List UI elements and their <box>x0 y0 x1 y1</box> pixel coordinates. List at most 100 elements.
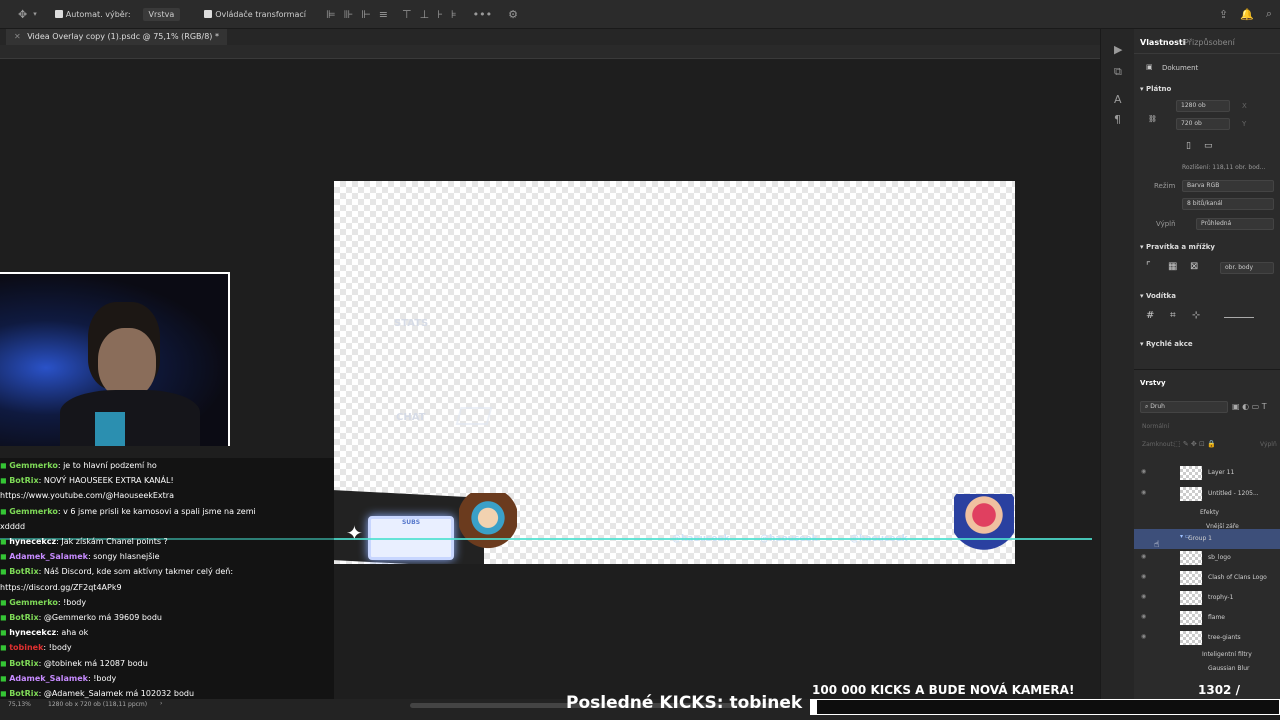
layer-thumbnail <box>1180 466 1202 480</box>
chat-text: : @Gemmerko má 39609 bodu <box>38 613 162 623</box>
settings-gear-icon[interactable]: ⚙ <box>508 8 518 21</box>
canvas-section-title[interactable]: ▾ Plátno <box>1140 85 1171 93</box>
layer-row[interactable]: ◉ Layer 11 <box>1134 463 1280 483</box>
align-middle-icon[interactable]: ⊥ <box>420 8 430 21</box>
lock-icons[interactable]: ⬚ ✎ ✥ ⊡ 🔒 <box>1174 440 1216 448</box>
ruler-icon[interactable]: ⌜ <box>1146 261 1151 272</box>
chat-text: : Jak získám Chanel points ? <box>56 537 168 547</box>
chat-text: https://discord.gg/ZF2qt4APk9 <box>0 582 122 592</box>
share-icon[interactable]: ⇪ <box>1219 8 1228 21</box>
layer-thumbnail <box>1180 611 1202 625</box>
document-tab[interactable]: ✕ Videa Overlay copy (1).psdc @ 75,1% (R… <box>6 29 227 45</box>
search-icon[interactable]: ⌕ <box>1266 7 1272 21</box>
visibility-eye-icon[interactable]: ◉ <box>1141 573 1146 580</box>
webcam-frame <box>0 272 230 446</box>
chevron-down-icon[interactable]: ▾ <box>33 10 37 18</box>
align-center-icon[interactable]: ⊪ <box>344 8 354 21</box>
chat-username: Gemmerko <box>9 506 58 516</box>
status-arrow-icon[interactable]: › <box>160 700 162 707</box>
guides-section-title[interactable]: ▾ Vodítka <box>1140 292 1176 300</box>
chat-text: : !body <box>57 597 87 607</box>
character-icon[interactable]: A <box>1114 93 1122 106</box>
rulers-section-title[interactable]: ▾ Pravítka a mřížky <box>1140 243 1215 251</box>
x-label: X <box>1242 102 1247 110</box>
visibility-eye-icon[interactable]: ◉ <box>1141 613 1146 620</box>
landscape-icon[interactable]: ▭ <box>1204 141 1213 151</box>
layer-row[interactable]: ◉ trophy-1 <box>1134 588 1280 608</box>
guide-layout-icon[interactable]: # <box>1146 310 1154 321</box>
quick-actions-section-title[interactable]: ▾ Rychlé akce <box>1140 340 1193 348</box>
chat-message: ◼ Gemmerko: je to hlavní podzemí ho <box>0 458 334 473</box>
document-canvas[interactable]: STATS CHAT SUBS ✦ @haouseek @haouseek @h… <box>334 181 1015 564</box>
visibility-eye-icon[interactable]: ◉ <box>1141 553 1146 560</box>
filter-image-icon[interactable]: ▣ ◐ ▭ T <box>1232 402 1267 411</box>
link-icon[interactable]: ⛓ <box>1148 115 1157 123</box>
align-bottom-icon[interactable]: ⊦ <box>437 8 443 21</box>
paragraph-icon[interactable]: ¶ <box>1114 113 1121 126</box>
line-style-preview[interactable] <box>1224 317 1254 318</box>
bit-depth-select[interactable]: 8 bitů/kanál <box>1182 198 1274 210</box>
auto-select-dropdown[interactable]: Vrstva <box>142 7 181 21</box>
tab-adjustments[interactable]: Přizpůsobení <box>1184 38 1235 47</box>
more-options-icon[interactable]: ••• <box>473 8 492 21</box>
horizontal-ruler[interactable] <box>0 45 1100 59</box>
layer-row[interactable]: Gaussian Blur <box>1134 659 1280 679</box>
history-icon[interactable]: ⧉ <box>1114 65 1122 79</box>
auto-select-checkbox[interactable]: Automat. výběr: <box>54 9 131 19</box>
align-right-icon[interactable]: ⊩ <box>361 8 371 21</box>
layer-name: tree-giants <box>1208 634 1241 641</box>
chat-badge-icon: ◼ <box>0 689 10 699</box>
grid-icon[interactable]: ▦ <box>1168 261 1177 272</box>
subs-text: SUBS <box>401 519 421 526</box>
fill-select[interactable]: Průhledná <box>1196 218 1274 230</box>
tab-properties[interactable]: Vlastnosti <box>1140 38 1185 47</box>
visibility-eye-icon[interactable]: ◉ <box>1141 489 1146 496</box>
chat-username: Adamek_Salamek <box>9 673 88 683</box>
chat-badge-icon: ◼ <box>0 476 10 486</box>
height-field[interactable]: 720 ob <box>1176 118 1230 130</box>
chat-message: ◼ Gemmerko: v 6 jsme prisli ke kamosovi … <box>0 504 334 519</box>
layer-filter-select[interactable]: ⌕ Druh <box>1140 401 1228 413</box>
fill-label: Výplň <box>1156 220 1176 228</box>
chat-message: ◼ BotRix: Náš Discord, kde som aktívny t… <box>0 564 334 579</box>
document-size: 1280 ob x 720 ob (118,11 ppcm) <box>48 701 148 708</box>
mode-select[interactable]: Barva RGB <box>1182 180 1274 192</box>
kicks-goal-progress-fill <box>811 700 818 714</box>
guide-shape-icon[interactable]: ⊹ <box>1192 310 1200 321</box>
zoom-level[interactable]: 75,13% <box>8 701 31 708</box>
transform-controls-label: Ovládače transformací <box>215 9 306 19</box>
distribute-icon[interactable]: ≡ <box>379 8 388 21</box>
align-top-icon[interactable]: ⊤ <box>402 8 412 21</box>
chat-badge-icon: ◼ <box>0 628 10 638</box>
layers-panel-title[interactable]: Vrstvy <box>1140 379 1166 387</box>
guide-add-icon[interactable]: ⌗ <box>1170 310 1176 321</box>
layer-row[interactable]: ◉ flame <box>1134 608 1280 628</box>
play-actions-icon[interactable]: ▶ <box>1114 43 1122 56</box>
visibility-eye-icon[interactable]: ◉ <box>1141 633 1146 640</box>
blend-mode-select[interactable]: Normální <box>1142 423 1169 430</box>
visibility-eye-icon[interactable]: ◉ <box>1141 468 1146 475</box>
width-field[interactable]: 1280 ob <box>1176 100 1230 112</box>
chat-message: ◼ BotRix: NOVÝ HAOUSEEK EXTRA KANÁL! <box>0 473 334 488</box>
layer-name: Clash of Clans Logo <box>1208 574 1267 581</box>
layer-row[interactable]: ◉ Untitled - 1205... <box>1134 484 1280 504</box>
visibility-eye-icon[interactable]: ◉ <box>1141 593 1146 600</box>
chat-text: : NOVÝ HAOUSEEK EXTRA KANÁL! <box>38 476 174 486</box>
pixel-grid-icon[interactable]: ⊠ <box>1190 261 1198 272</box>
close-tab-icon[interactable]: ✕ <box>14 32 21 41</box>
chat-message: ◼ tobinek: !body <box>0 640 334 655</box>
align-left-icon[interactable]: ⊫ <box>326 8 336 21</box>
portrait-icon[interactable]: ▯ <box>1186 141 1191 151</box>
transform-controls-checkbox[interactable]: Ovládače transformací <box>204 9 306 19</box>
layer-row[interactable]: ◉ Clash of Clans Logo <box>1134 568 1280 588</box>
notifications-bell-icon[interactable]: 🔔 <box>1240 8 1254 21</box>
layer-row[interactable]: ◉ sb_logo <box>1134 548 1280 568</box>
mascot-character-left <box>459 493 517 564</box>
units-select[interactable]: obr. body <box>1220 262 1274 274</box>
move-tool-icon[interactable]: ✥ <box>18 8 27 21</box>
layer-name: Group 1 <box>1188 535 1212 542</box>
chat-username: BotRix <box>9 567 39 577</box>
mode-label: Režim <box>1154 182 1176 190</box>
chat-username: Adamek_Salamek <box>9 552 88 562</box>
distribute-vertical-icon[interactable]: ⊧ <box>451 8 457 21</box>
